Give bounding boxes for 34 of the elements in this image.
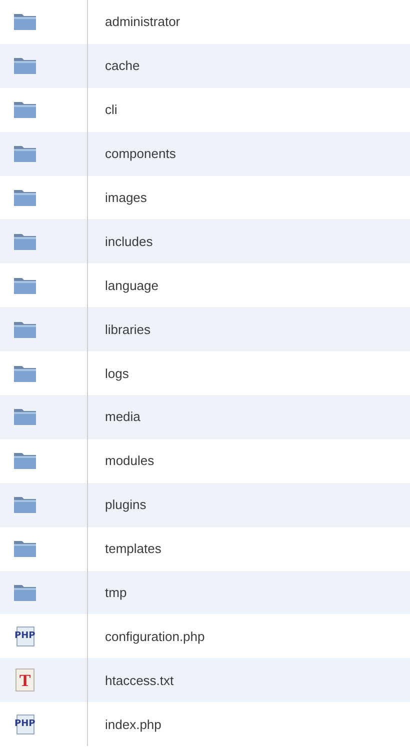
- file-name[interactable]: plugins: [105, 497, 146, 512]
- file-name[interactable]: htaccess.txt: [105, 672, 174, 688]
- file-name[interactable]: tmp: [105, 585, 127, 600]
- folder-icon: [14, 540, 36, 558]
- folder-icon: [14, 496, 36, 514]
- file-name[interactable]: index.php: [105, 716, 162, 732]
- file-name[interactable]: cli: [105, 102, 118, 118]
- folder-icon: [14, 101, 36, 118]
- php-file-icon: PHP: [14, 625, 36, 648]
- folder-icon: [14, 276, 36, 294]
- folder-icon: [14, 57, 36, 74]
- file-name[interactable]: language: [105, 278, 158, 293]
- file-name[interactable]: libraries: [105, 322, 151, 337]
- folder-icon: [14, 320, 36, 338]
- folder-icon: [14, 232, 36, 250]
- file-name[interactable]: administrator: [105, 14, 180, 30]
- file-name[interactable]: templates: [105, 541, 162, 556]
- file-name[interactable]: media: [105, 409, 140, 424]
- folder-icon: [14, 189, 36, 206]
- text-file-icon: T: [14, 668, 36, 692]
- folder-icon: [14, 408, 36, 426]
- file-name[interactable]: components: [105, 146, 176, 162]
- file-name[interactable]: configuration.php: [105, 628, 205, 644]
- file-name[interactable]: images: [105, 190, 147, 205]
- folder-icon: [14, 364, 36, 382]
- file-name[interactable]: cache: [105, 58, 140, 74]
- php-file-icon: PHP: [14, 713, 36, 736]
- folder-icon: [14, 13, 36, 30]
- folder-icon: [14, 452, 36, 470]
- folder-icon: [14, 584, 36, 602]
- file-name[interactable]: includes: [105, 234, 153, 249]
- file-name[interactable]: logs: [105, 366, 129, 381]
- file-name[interactable]: modules: [105, 453, 154, 468]
- folder-icon: [14, 145, 36, 162]
